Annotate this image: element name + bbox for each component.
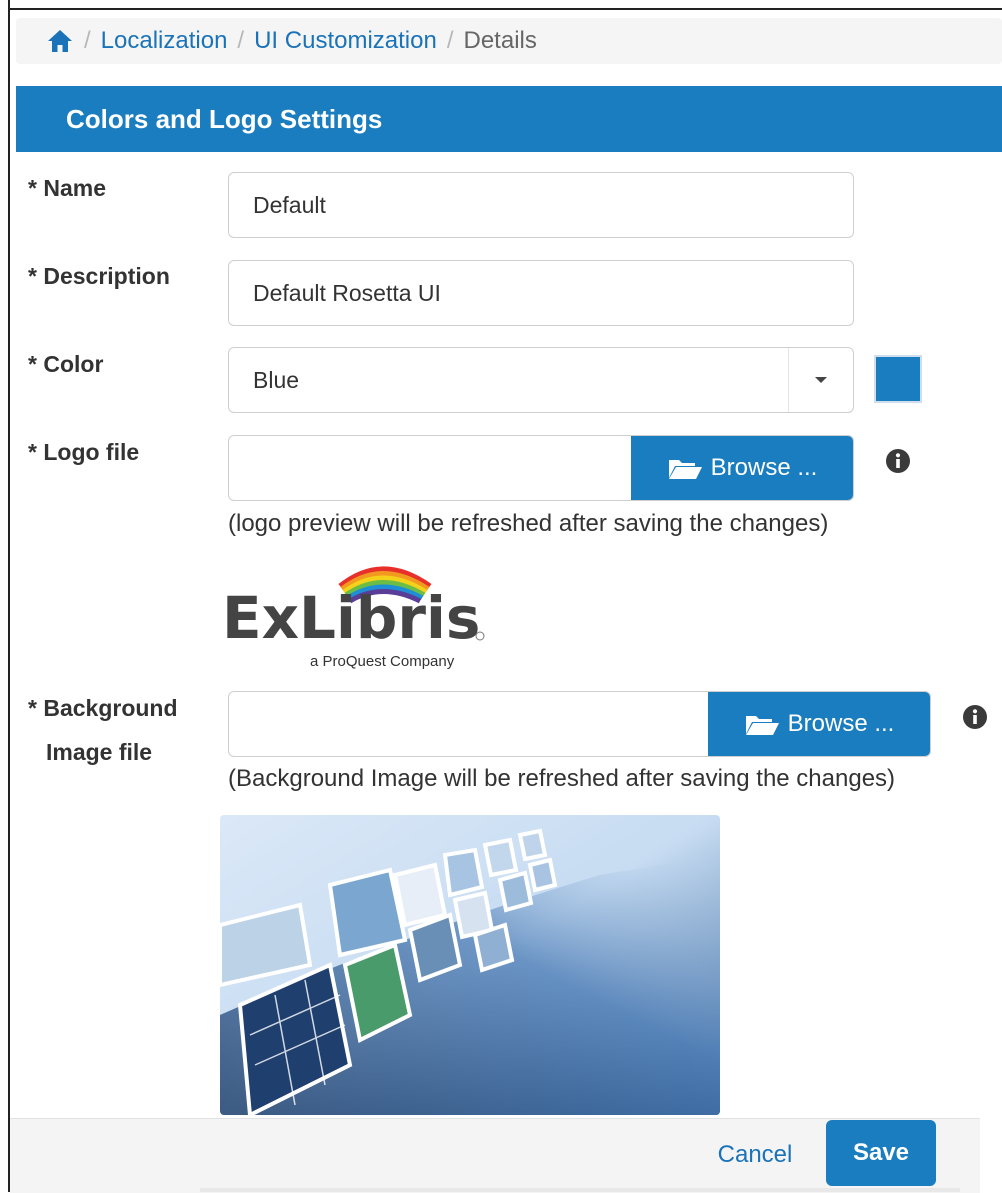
info-icon[interactable] [962,704,988,730]
color-swatch [874,355,922,403]
window-border-top [8,8,1002,10]
logo-preview: ExLibris a ProQuest Company [222,556,492,676]
name-input[interactable] [228,172,854,238]
color-label: * Color [28,351,104,377]
logo-file-input-group: Browse ... [228,435,854,501]
background-label-line1: * Background [28,695,178,721]
background-hint: (Background Image will be refreshed afte… [228,765,896,792]
info-icon[interactable] [885,448,911,474]
breadcrumb-ui-customization[interactable]: UI Customization [254,27,437,55]
breadcrumb-separator: / [237,27,245,54]
background-browse-button[interactable]: Browse ... [708,692,930,756]
color-select[interactable]: Blue [228,347,854,413]
window-border-left [8,0,10,1192]
home-icon[interactable] [46,27,74,55]
background-file-input[interactable] [229,692,708,756]
svg-text:a ProQuest Company: a ProQuest Company [310,653,455,670]
footer-shadow [200,1188,960,1192]
background-file-input-group: Browse ... [228,691,931,757]
background-browse-label: Browse ... [787,710,895,737]
panel-header: Colors and Logo Settings [16,86,1002,152]
logo-file-label: * Logo file [28,439,140,465]
cancel-button[interactable]: Cancel [700,1128,810,1182]
name-label: * Name [28,175,106,201]
breadcrumb-localization[interactable]: Localization [101,27,228,55]
background-image-preview [220,815,720,1115]
breadcrumb-current: Details [463,27,537,54]
exlibris-logo: ExLibris a ProQuest Company [222,566,485,670]
description-input[interactable] [228,260,854,326]
panel-title: Colors and Logo Settings [66,103,383,134]
logo-hint: (logo preview will be refreshed after sa… [228,510,829,537]
breadcrumb-separator: / [84,27,91,54]
folder-open-icon [745,716,779,735]
description-label: * Description [28,263,170,289]
chevron-down-icon[interactable] [788,348,853,412]
logo-browse-button[interactable]: Browse ... [631,436,853,500]
save-button[interactable]: Save [826,1120,936,1186]
logo-browse-label: Browse ... [710,454,818,481]
folder-open-icon [668,460,702,479]
footer-edge [982,1118,1002,1192]
logo-file-input[interactable] [229,436,631,500]
breadcrumb: / Localization / UI Customization / Deta… [16,18,1002,64]
breadcrumb-separator: / [446,27,454,54]
background-label-line2: Image file [46,739,153,765]
svg-text:ExLibris: ExLibris [222,584,480,652]
color-select-value: Blue [253,366,300,393]
